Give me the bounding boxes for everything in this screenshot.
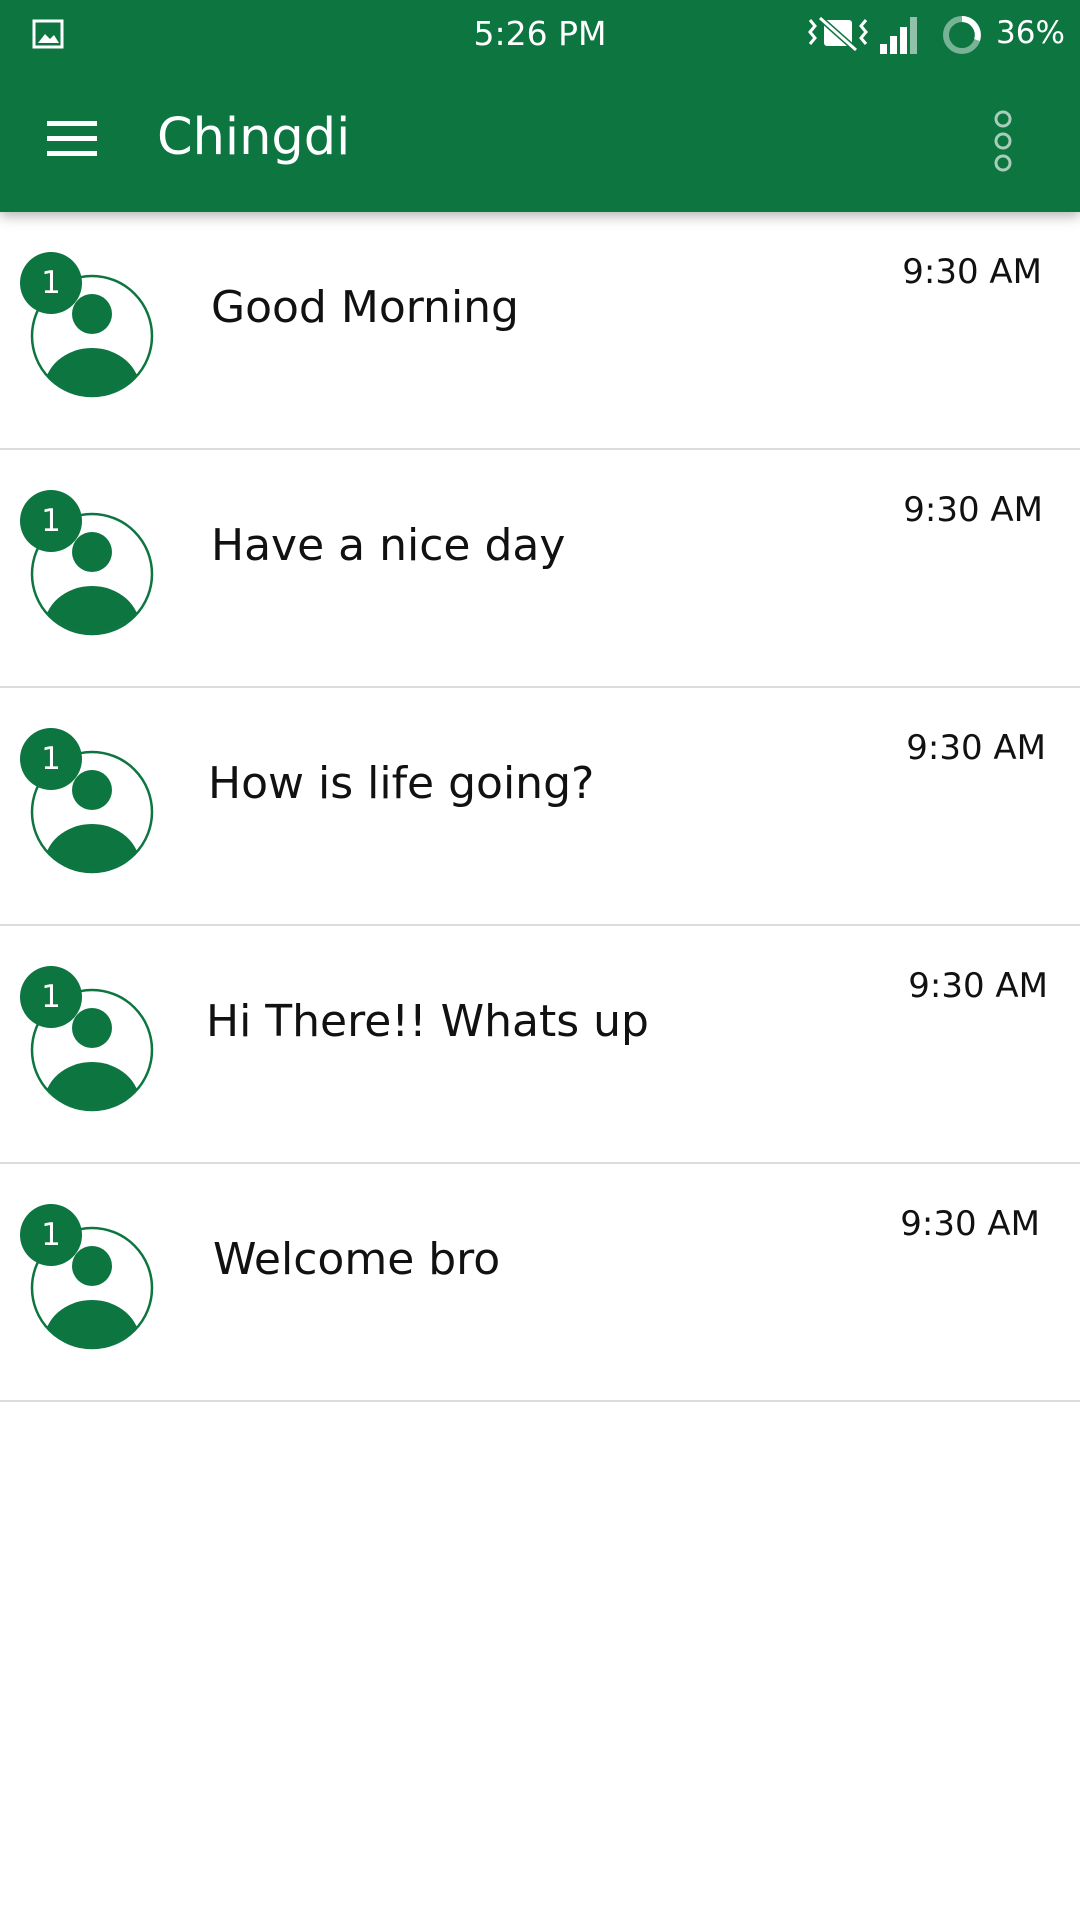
overflow-menu-icon — [994, 110, 1012, 172]
menu-button[interactable] — [40, 110, 106, 170]
chat-list-item[interactable]: 1 Good Morning 9:30 AM — [0, 212, 1080, 450]
message-preview: Good Morning — [211, 282, 519, 333]
chat-list-item[interactable]: 1 Hi There!! Whats up 9:30 AM — [0, 926, 1080, 1164]
unread-badge: 1 — [20, 1204, 82, 1266]
chat-list: 1 Good Morning 9:30 AM 1 Have a nice day… — [0, 212, 1080, 1402]
unread-badge: 1 — [20, 490, 82, 552]
message-time: 9:30 AM — [902, 252, 1042, 292]
message-time: 9:30 AM — [906, 728, 1046, 768]
message-preview: Hi There!! Whats up — [206, 996, 649, 1047]
chat-list-item[interactable]: 1 Have a nice day 9:30 AM — [0, 450, 1080, 688]
overflow-menu-button[interactable] — [982, 104, 1032, 180]
chat-list-item[interactable]: 1 Welcome bro 9:30 AM — [0, 1164, 1080, 1402]
app-title: Chingdi — [157, 108, 351, 167]
chat-list-item[interactable]: 1 How is life going? 9:30 AM — [0, 688, 1080, 926]
unread-badge: 1 — [20, 252, 82, 314]
signal-icon — [878, 14, 922, 60]
message-preview: Welcome bro — [213, 1234, 501, 1285]
vibrate-icon — [806, 14, 870, 58]
unread-badge: 1 — [20, 728, 82, 790]
unread-badge: 1 — [20, 966, 82, 1028]
message-time: 9:30 AM — [903, 490, 1043, 530]
message-time: 9:30 AM — [908, 966, 1048, 1006]
message-preview: How is life going? — [208, 758, 595, 809]
battery-percent: 36% — [996, 15, 1065, 51]
battery-icon — [940, 13, 984, 61]
message-preview: Have a nice day — [211, 520, 566, 571]
message-time: 9:30 AM — [900, 1204, 1040, 1244]
app-header: 5:26 PM 36% Chingdi — [0, 0, 1080, 212]
status-bar: 5:26 PM 36% — [0, 0, 1080, 68]
menu-icon — [47, 121, 97, 156]
